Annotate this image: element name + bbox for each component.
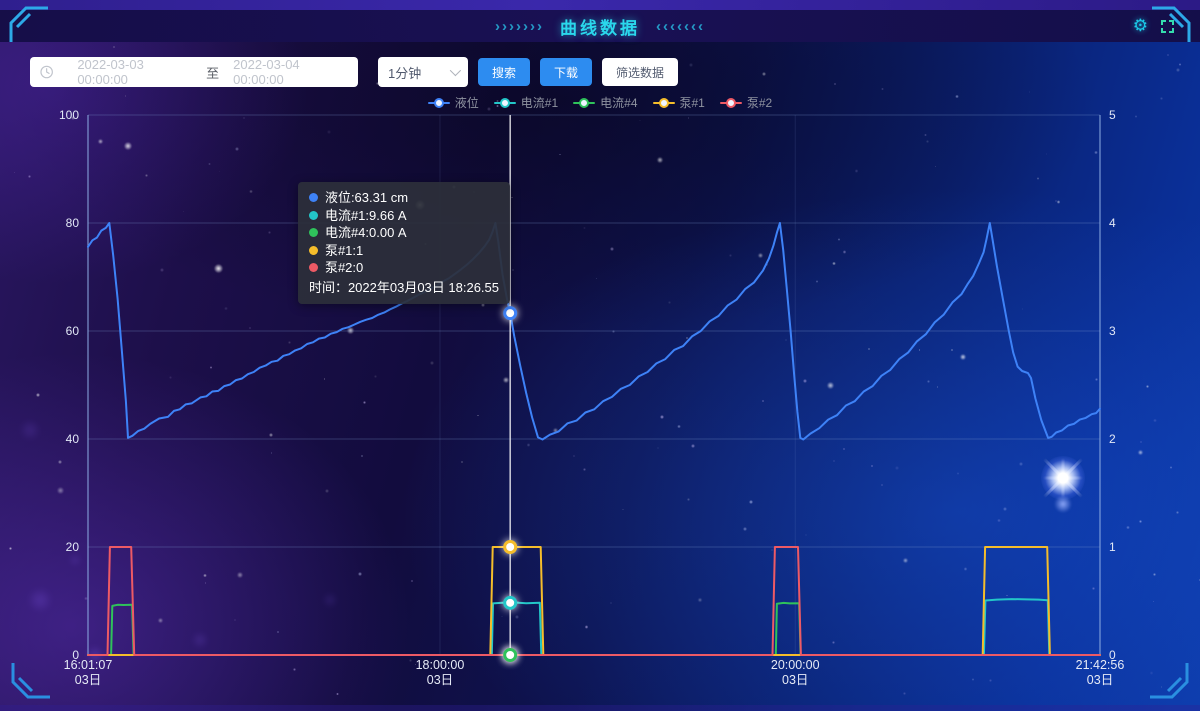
- y-axis-right-label: 4: [1109, 216, 1116, 230]
- x-axis-label-day: 03日: [427, 673, 453, 687]
- series-line-泵#2: [88, 547, 1100, 655]
- y-axis-right-label: 5: [1109, 108, 1116, 122]
- series-line-电流#1: [88, 599, 1100, 655]
- tooltip-series-value: 泵#2:0: [325, 259, 363, 277]
- curve-data-dashboard: ››››››› 曲线数据 ‹‹‹‹‹‹‹ ⚙ 2022-03-03 00:00:…: [0, 0, 1200, 711]
- x-axis-label-day: 03日: [1087, 673, 1113, 687]
- y-axis-left-label: 60: [66, 324, 80, 338]
- tooltip-row: 液位:63.31 cm: [309, 189, 499, 207]
- y-axis-right-label: 3: [1109, 324, 1116, 338]
- x-axis-label-time: 16:01:07: [64, 658, 113, 672]
- tooltip-series-dot-icon: [309, 193, 318, 202]
- tooltip-series-dot-icon: [309, 246, 318, 255]
- tooltip-series-dot-icon: [309, 228, 318, 237]
- tooltip-time: 时间：2022年03月03日 18:26.55: [309, 279, 499, 297]
- y-axis-left-label: 80: [66, 216, 80, 230]
- x-axis-label-day: 03日: [75, 673, 101, 687]
- series-line-电流#4: [88, 603, 1100, 655]
- x-axis-label-day: 03日: [782, 673, 808, 687]
- pointer-marker-液位: [505, 308, 516, 319]
- tooltip-row: 电流#1:9.66 A: [309, 207, 499, 225]
- tooltip-series-dot-icon: [309, 263, 318, 272]
- tooltip-series-value: 泵#1:1: [325, 242, 363, 260]
- tooltip-row: 泵#2:0: [309, 259, 499, 277]
- pointer-marker-电流#4: [505, 650, 516, 661]
- x-axis-label-time: 21:42:56: [1076, 658, 1125, 672]
- chart-tooltip: 液位:63.31 cm电流#1:9.66 A电流#4:0.00 A泵#1:1泵#…: [298, 182, 510, 304]
- y-axis-left-label: 100: [59, 108, 79, 122]
- y-axis-left-label: 40: [66, 432, 80, 446]
- series-line-泵#1: [88, 547, 1100, 655]
- pointer-marker-电流#1: [505, 597, 516, 608]
- tooltip-series-value: 液位:63.31 cm: [325, 189, 408, 207]
- tooltip-row: 电流#4:0.00 A: [309, 224, 499, 242]
- y-axis-left-label: 20: [66, 540, 80, 554]
- x-axis-label-time: 20:00:00: [771, 658, 820, 672]
- tooltip-series-dot-icon: [309, 211, 318, 220]
- curve-chart[interactable]: 02040608010001234516:01:0703日18:00:0003日…: [0, 0, 1200, 711]
- pointer-marker-泵#1: [505, 542, 516, 553]
- x-axis-label-time: 18:00:00: [416, 658, 465, 672]
- tooltip-series-value: 电流#4:0.00 A: [325, 224, 407, 242]
- y-axis-right-label: 2: [1109, 432, 1116, 446]
- tooltip-series-value: 电流#1:9.66 A: [325, 207, 407, 225]
- y-axis-right-label: 1: [1109, 540, 1116, 554]
- tooltip-row: 泵#1:1: [309, 242, 499, 260]
